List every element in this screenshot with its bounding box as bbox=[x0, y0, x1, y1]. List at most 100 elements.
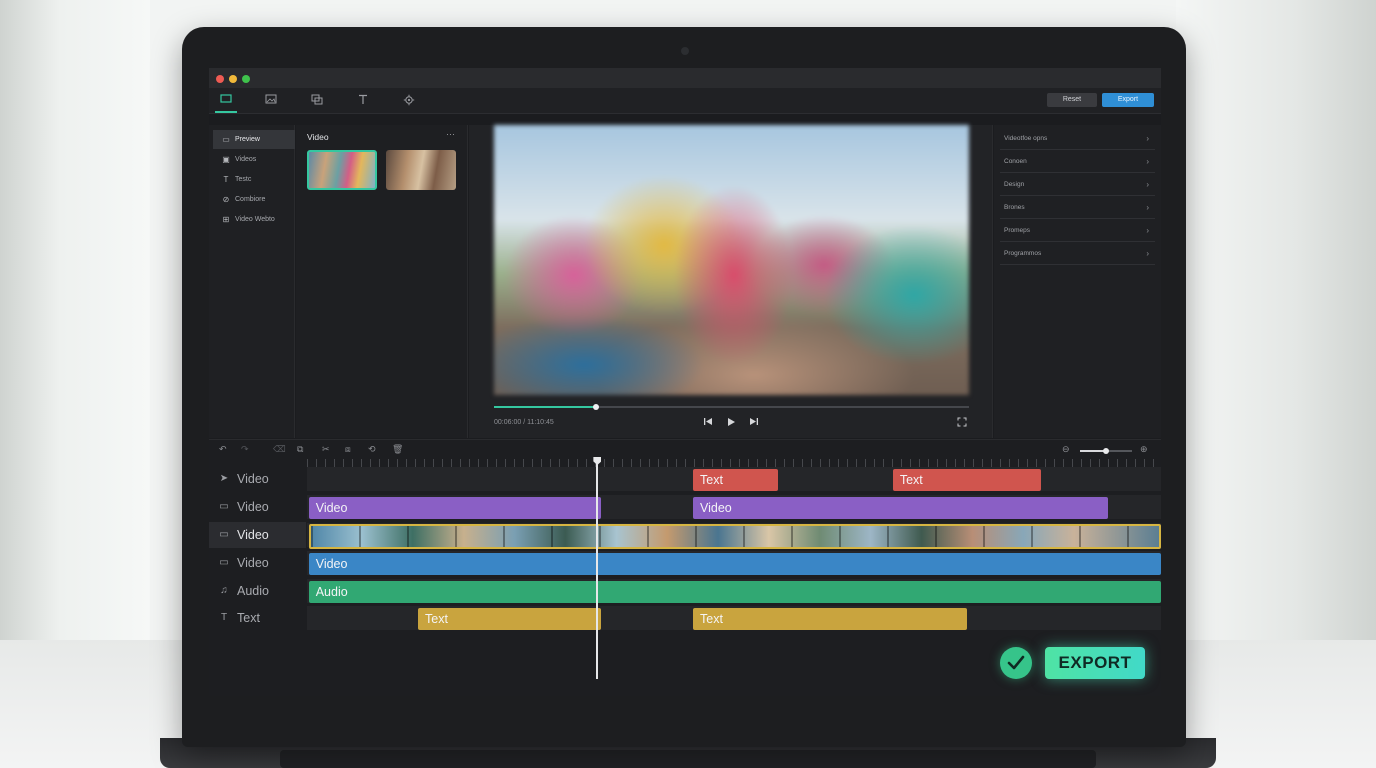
timecode: 00:06:00 / 11:10:45 bbox=[494, 419, 554, 426]
media-thumbnail[interactable] bbox=[386, 150, 456, 190]
scissors-icon[interactable]: ✂ bbox=[322, 444, 330, 455]
timeline-track[interactable]: ♫ Audio Audio bbox=[209, 578, 1161, 604]
title-bar bbox=[209, 68, 1161, 88]
timeline-clip[interactable]: Video bbox=[308, 497, 601, 519]
track-label: ➤ Video bbox=[209, 466, 306, 492]
film-icon: ▣ bbox=[222, 155, 230, 164]
zoom-in-icon[interactable]: ⊕ bbox=[1140, 444, 1148, 455]
progress-fill bbox=[494, 406, 597, 408]
inspector-item[interactable]: Videotfoe opns › bbox=[1000, 127, 1155, 150]
timeline-track[interactable]: ▭ Video Video bbox=[209, 550, 1161, 576]
inspector-item[interactable]: Brones › bbox=[1000, 196, 1155, 219]
split-icon[interactable]: ⧈ bbox=[345, 444, 351, 455]
chevron-right-icon: › bbox=[1146, 157, 1149, 166]
track-lane[interactable] bbox=[307, 523, 1161, 549]
filmstrip-clip[interactable] bbox=[308, 524, 1161, 549]
timeline-clip[interactable]: Text bbox=[693, 469, 778, 491]
progress-knob[interactable] bbox=[593, 404, 600, 410]
track-lane[interactable]: Video Video bbox=[307, 495, 1161, 519]
sidebar-item-video-web[interactable]: ⊞ Video Webto bbox=[213, 210, 295, 229]
timeline-clip[interactable]: Text bbox=[892, 469, 1041, 491]
delete-icon[interactable]: ⌫ bbox=[273, 444, 286, 455]
video-icon: ▭ bbox=[219, 501, 229, 512]
minimize-window-button[interactable] bbox=[229, 75, 237, 83]
export-button-large[interactable]: EXPORT bbox=[1045, 647, 1145, 679]
sidebar-item-preview[interactable]: ▭ Preview bbox=[213, 130, 295, 149]
media-thumbnail[interactable] bbox=[307, 150, 377, 190]
play-icon[interactable] bbox=[726, 417, 736, 429]
timeline-clip[interactable]: Video bbox=[693, 497, 1109, 519]
media-bin-title: Video bbox=[307, 132, 329, 142]
track-label: ♫ Audio bbox=[209, 578, 306, 604]
playback-progress[interactable] bbox=[494, 404, 969, 410]
copy-icon[interactable]: ⧉ bbox=[297, 444, 303, 455]
playhead[interactable] bbox=[596, 463, 599, 679]
grid-icon: ⊞ bbox=[222, 215, 230, 224]
sidebar-item-text[interactable]: T Testc bbox=[213, 170, 295, 189]
timeline-clip[interactable]: Video bbox=[308, 553, 1161, 575]
timeline-track[interactable]: ➤ Video Text Text bbox=[209, 466, 1161, 492]
fullscreen-icon[interactable] bbox=[957, 417, 967, 429]
inspector-item[interactable]: Programmos › bbox=[1000, 242, 1155, 265]
sidebar-item-transitions[interactable]: ⊘ Combiore bbox=[213, 190, 295, 209]
close-window-button[interactable] bbox=[216, 75, 224, 83]
sidebar-item-label: Videos bbox=[235, 156, 257, 163]
timeline-track[interactable]: ▭ Video Video Video bbox=[209, 494, 1161, 520]
video-icon: ▭ bbox=[219, 557, 229, 568]
export-button[interactable]: Export bbox=[1102, 93, 1154, 107]
skip-forward-icon[interactable] bbox=[749, 417, 759, 428]
skip-back-icon[interactable] bbox=[703, 417, 713, 428]
inspector-item-label: Promeps bbox=[1004, 227, 1031, 234]
track-label-text: Video bbox=[237, 500, 269, 514]
track-lane[interactable]: Audio bbox=[307, 579, 1161, 603]
track-label-text: Audio bbox=[237, 584, 269, 598]
chevron-right-icon: › bbox=[1146, 226, 1149, 235]
track-lane[interactable]: Text Text bbox=[307, 467, 1161, 491]
background-wall-right bbox=[1176, 0, 1376, 640]
loop-icon[interactable]: ⟲ bbox=[368, 444, 376, 455]
zoom-out-icon[interactable]: ⊖ bbox=[1062, 444, 1070, 455]
inspector-item[interactable]: Conoen › bbox=[1000, 150, 1155, 173]
video-preview[interactable] bbox=[494, 125, 969, 395]
layers-icon[interactable] bbox=[310, 94, 324, 108]
zoom-knob[interactable] bbox=[1103, 448, 1109, 454]
image-icon[interactable] bbox=[264, 94, 278, 108]
timeline: ↶ ↷ ⌫ ⧉ ✂ ⧈ ⟲ 🗑 ⊖ ⊕ ➤ Video Text Text ▭ Video… bbox=[209, 439, 1161, 696]
timeline-clip[interactable]: Text bbox=[693, 608, 968, 630]
sidebar-item-videos[interactable]: ▣ Videos bbox=[213, 150, 295, 169]
toolbar: Reset Export bbox=[209, 88, 1161, 114]
check-icon[interactable] bbox=[1000, 647, 1032, 679]
transition-icon: ⊘ bbox=[222, 195, 230, 204]
sidebar-item-label: Video Webto bbox=[235, 216, 275, 223]
inspector-item[interactable]: Design › bbox=[1000, 173, 1155, 196]
trash-icon[interactable]: 🗑 bbox=[392, 444, 403, 455]
undo-icon[interactable]: ↶ bbox=[219, 444, 227, 455]
camera-icon bbox=[681, 47, 689, 55]
inspector-item-label: Brones bbox=[1004, 204, 1025, 211]
reset-button[interactable]: Reset bbox=[1047, 93, 1097, 107]
active-tab-indicator bbox=[215, 111, 237, 113]
gear-icon[interactable] bbox=[402, 94, 416, 108]
track-lane[interactable]: Video bbox=[307, 551, 1161, 575]
timeline-clip[interactable]: Audio bbox=[308, 581, 1161, 603]
timeline-clip[interactable]: Text bbox=[418, 608, 601, 630]
monitor-icon[interactable] bbox=[219, 94, 233, 108]
timeline-track[interactable]: T Text Text Text bbox=[209, 605, 1161, 631]
zoom-slider[interactable] bbox=[1080, 448, 1132, 454]
track-label: T Text bbox=[209, 605, 306, 631]
more-icon[interactable]: ··· bbox=[446, 129, 455, 139]
text-icon[interactable] bbox=[356, 94, 370, 108]
track-label-text: Video bbox=[237, 528, 269, 542]
media-bin: Video ··· bbox=[296, 125, 468, 438]
background-wall-left bbox=[0, 0, 150, 640]
chevron-right-icon: › bbox=[1146, 180, 1149, 189]
track-lane[interactable]: Text Text bbox=[307, 606, 1161, 630]
app-window: Reset Export ▭ Preview ▣ Videos T Testc … bbox=[209, 68, 1161, 696]
track-label: ▭ Video bbox=[209, 494, 306, 520]
maximize-window-button[interactable] bbox=[242, 75, 250, 83]
inspector-item[interactable]: Promeps › bbox=[1000, 219, 1155, 242]
text-icon: T bbox=[223, 175, 229, 184]
redo-icon[interactable]: ↷ bbox=[241, 444, 249, 455]
track-label-text: Video bbox=[237, 556, 269, 570]
timeline-track[interactable]: ▭ Video bbox=[209, 522, 1161, 549]
